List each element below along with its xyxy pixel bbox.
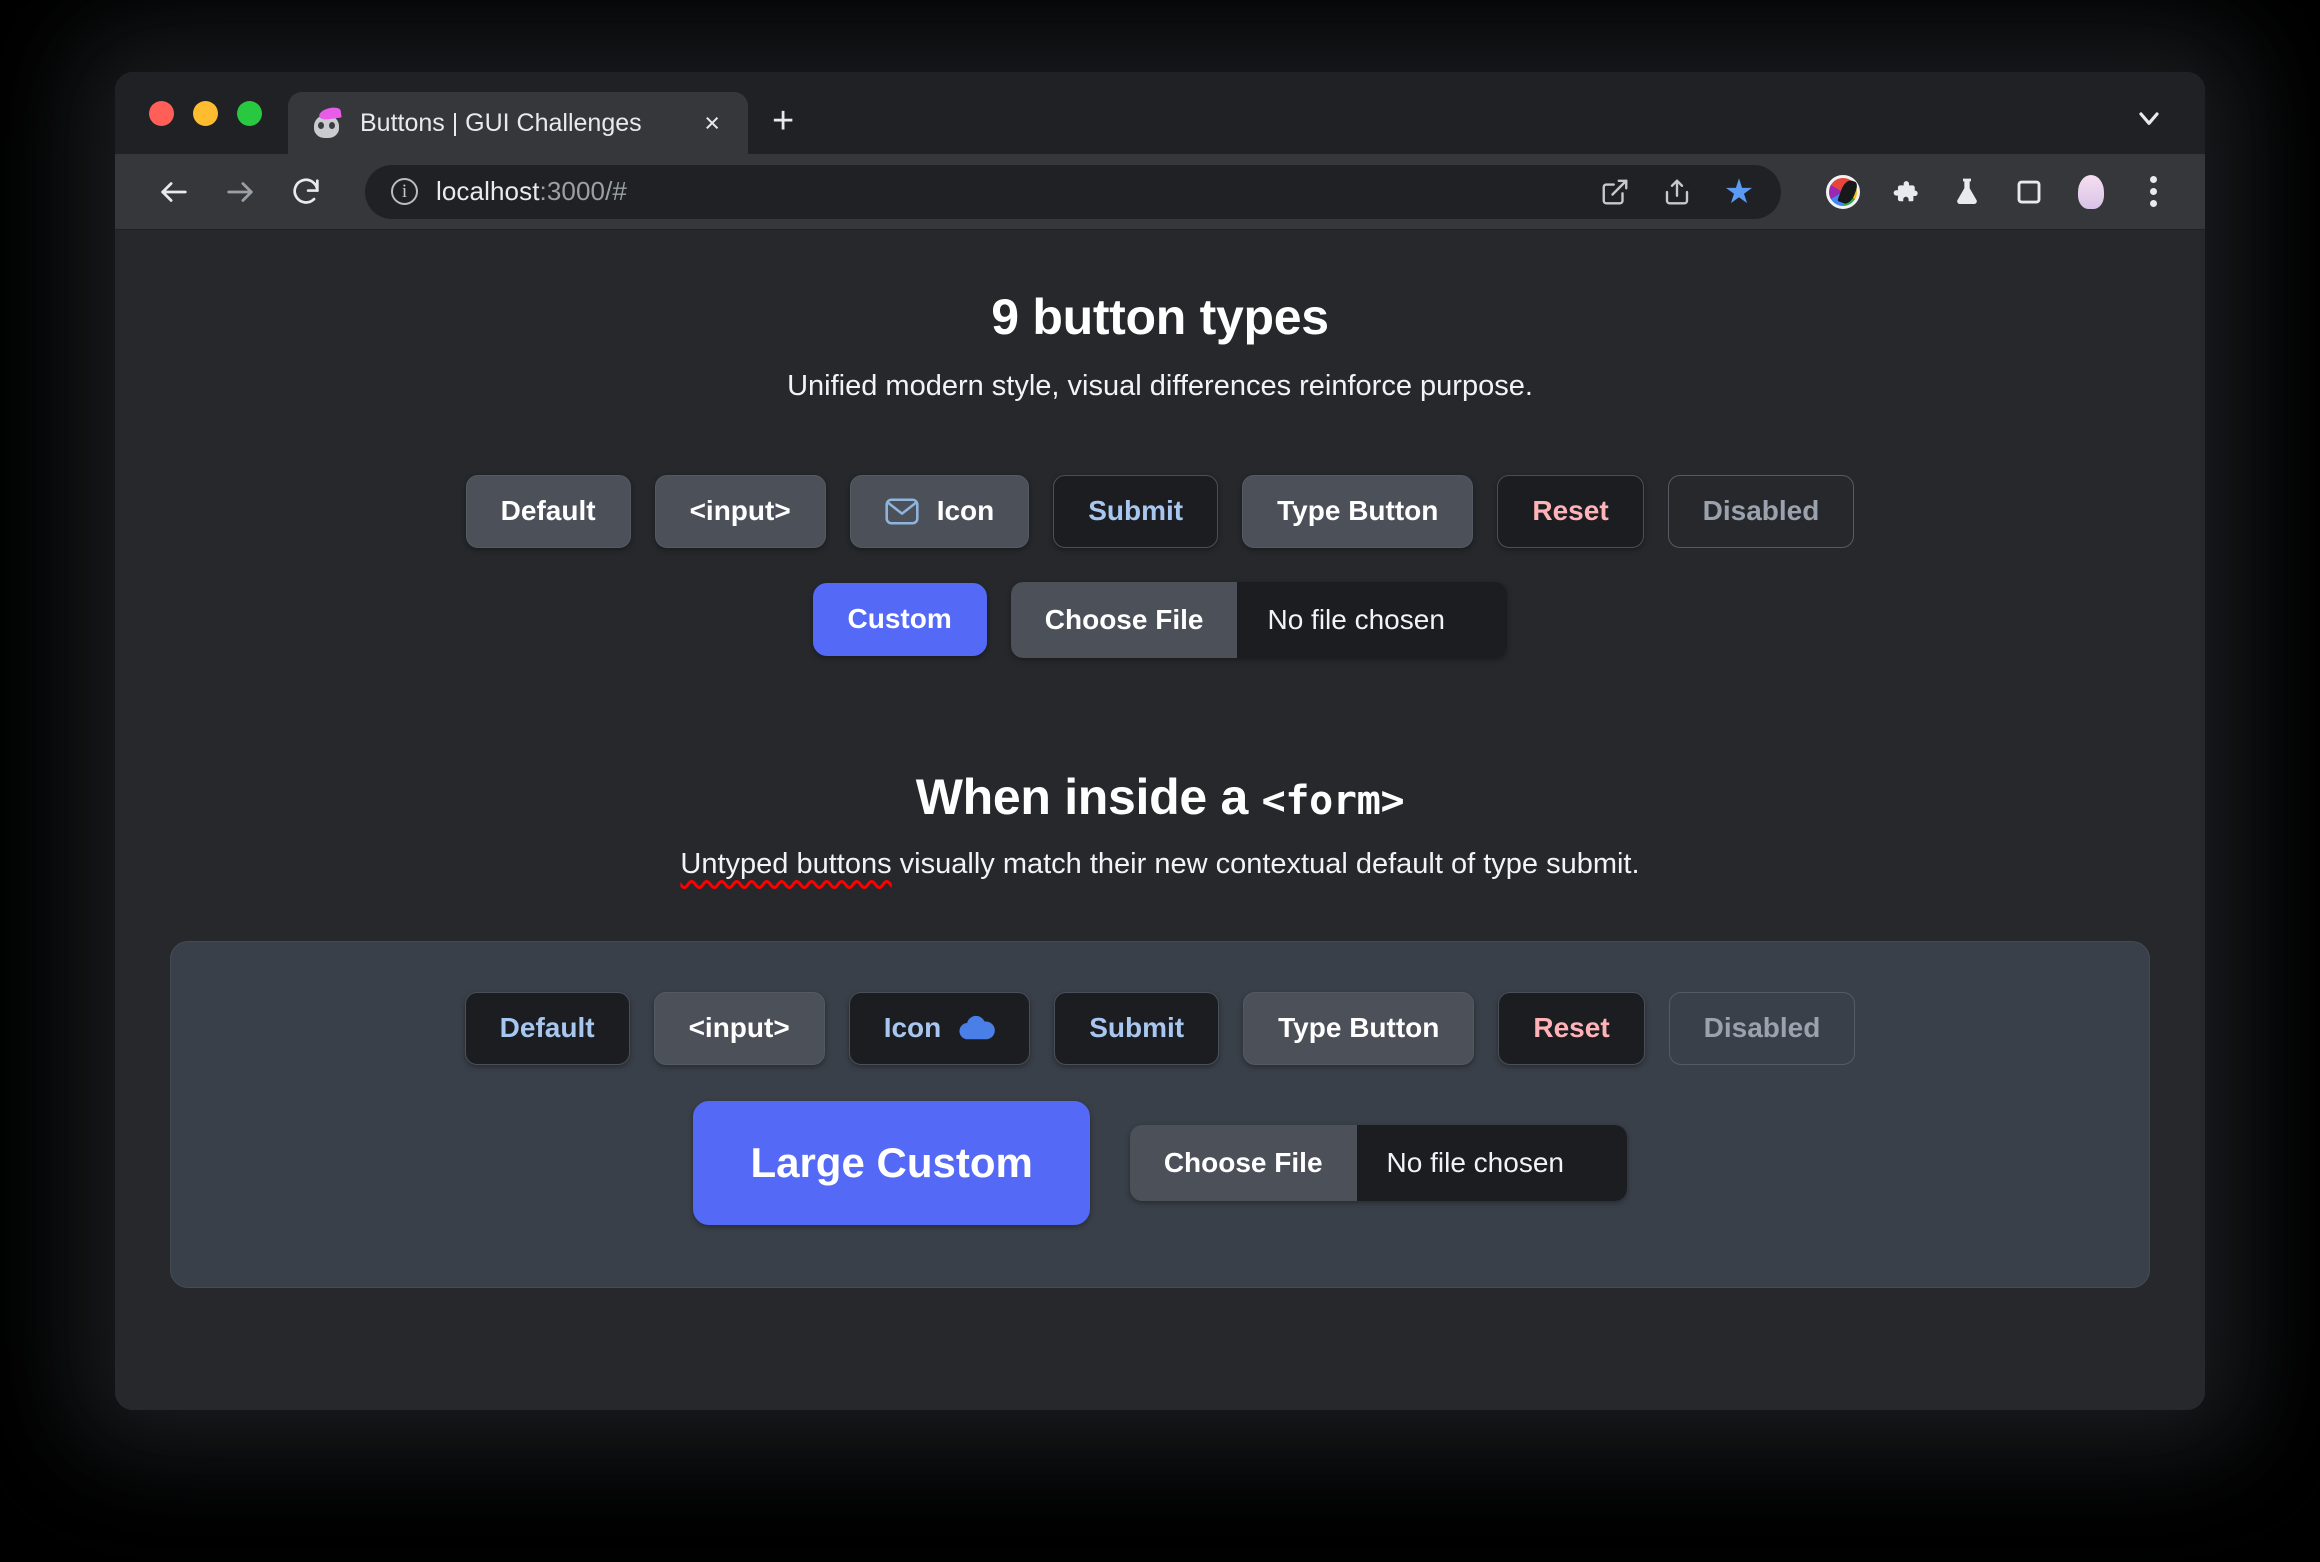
page-subtitle: Unified modern style, visual differences… xyxy=(787,370,1533,402)
button-disabled: Disabled xyxy=(1667,475,1855,548)
button-label: Type Button xyxy=(1278,1011,1440,1043)
file-status-label: No file chosen xyxy=(1237,581,1508,658)
url-path: :3000/# xyxy=(539,176,627,206)
maximize-window-button[interactable] xyxy=(237,100,262,126)
new-tab-button[interactable]: + xyxy=(772,102,794,140)
form-button-submit[interactable]: Submit xyxy=(1054,991,1220,1065)
button-default[interactable]: Default xyxy=(465,475,631,548)
form-button-icon[interactable]: Icon xyxy=(848,991,1031,1065)
form-button-input[interactable]: <input> xyxy=(653,991,825,1065)
form-button-row: Default <input> Icon Submit Type Button xyxy=(171,991,2149,1065)
form-button-reset[interactable]: Reset xyxy=(1498,991,1645,1065)
chevron-down-icon[interactable] xyxy=(2133,102,2165,134)
button-label: <input> xyxy=(689,495,791,526)
tab-strip: Buttons | GUI Challenges × + xyxy=(115,72,2205,154)
bookmark-star-icon[interactable]: ★ xyxy=(1715,168,1763,216)
reload-button[interactable] xyxy=(277,163,335,221)
omnibox-actions: ★ xyxy=(1591,168,1763,216)
close-tab-icon[interactable]: × xyxy=(694,104,730,143)
form-subtitle-rest: visually match their new contextual defa… xyxy=(891,847,1640,880)
form-container: Default <input> Icon Submit Type Button xyxy=(170,940,2150,1288)
file-status-label: No file chosen xyxy=(1356,1124,1627,1201)
close-window-button[interactable] xyxy=(149,100,174,126)
button-label: Submit xyxy=(1088,495,1184,526)
address-bar[interactable]: i localhost:3000/# ★ xyxy=(365,164,1781,219)
button-label: Reset xyxy=(1533,1011,1610,1043)
cloud-icon xyxy=(959,1015,996,1041)
form-section-title: When inside a <form> xyxy=(115,768,2205,826)
button-label: Type Button xyxy=(1277,495,1439,526)
button-input[interactable]: <input> xyxy=(654,475,826,548)
form-file-input[interactable]: Choose File No file chosen xyxy=(1129,1124,1627,1201)
button-type-button[interactable]: Type Button xyxy=(1242,475,1474,548)
button-custom[interactable]: Custom xyxy=(812,583,987,657)
back-button[interactable] xyxy=(145,163,203,221)
browser-tab[interactable]: Buttons | GUI Challenges × xyxy=(288,92,748,154)
button-large-custom[interactable]: Large Custom xyxy=(693,1100,1090,1225)
form-button-default[interactable]: Default xyxy=(464,991,630,1065)
button-label: Large Custom xyxy=(750,1138,1033,1186)
minimize-window-button[interactable] xyxy=(193,100,218,126)
button-label: Disabled xyxy=(1702,495,1820,526)
skull-party-hat-icon xyxy=(310,106,344,140)
browser-window: Buttons | GUI Challenges × + i localhost… xyxy=(115,72,2205,1410)
page-content: 9 button types Unified modern style, vis… xyxy=(115,230,2205,1410)
puzzle-piece-icon[interactable] xyxy=(1879,166,1931,218)
form-section-subtitle: Untyped buttons visually match their new… xyxy=(115,848,2205,881)
form-button-disabled: Disabled xyxy=(1668,991,1856,1065)
button-label: Submit xyxy=(1089,1011,1185,1043)
forward-button[interactable] xyxy=(211,163,269,221)
button-reset[interactable]: Reset xyxy=(1497,475,1644,548)
button-label: Reset xyxy=(1532,495,1609,526)
extension-icons xyxy=(1817,166,2179,218)
color-wheel-icon[interactable] xyxy=(1817,166,1869,218)
choose-file-button[interactable]: Choose File xyxy=(1010,581,1238,658)
button-label: <input> xyxy=(688,1011,790,1043)
flask-icon[interactable] xyxy=(1941,166,1993,218)
form-title-text: When inside a xyxy=(915,768,1262,825)
button-label: Custom xyxy=(847,603,952,635)
side-panel-icon[interactable] xyxy=(2003,166,2055,218)
kebab-menu-icon[interactable] xyxy=(2127,166,2179,218)
open-in-new-icon[interactable] xyxy=(1591,168,1639,216)
button-label: Icon xyxy=(936,495,995,526)
form-custom-row: Large Custom Choose File No file chosen xyxy=(171,1100,2149,1225)
button-row-default: Default <input> Icon Submit Type Button … xyxy=(115,475,2205,548)
choose-file-button[interactable]: Choose File xyxy=(1129,1124,1357,1201)
button-label: Icon xyxy=(883,1011,942,1043)
page-title: 9 button types xyxy=(991,289,1329,345)
button-label: Default xyxy=(500,495,596,526)
window-controls xyxy=(115,72,288,154)
profile-avatar-icon[interactable] xyxy=(2065,166,2117,218)
url-text: localhost:3000/# xyxy=(436,176,1573,207)
button-label: Disabled xyxy=(1703,1011,1821,1043)
share-icon[interactable] xyxy=(1653,168,1701,216)
url-host: localhost xyxy=(436,176,540,206)
button-label: Default xyxy=(499,1011,595,1043)
file-input[interactable]: Choose File No file chosen xyxy=(1010,581,1508,658)
form-button-type-button[interactable]: Type Button xyxy=(1243,991,1475,1065)
button-row-custom: Custom Choose File No file chosen xyxy=(115,581,2205,658)
form-title-code: <form> xyxy=(1261,777,1405,824)
button-icon[interactable]: Icon xyxy=(849,475,1030,548)
button-submit[interactable]: Submit xyxy=(1053,475,1219,548)
mail-icon xyxy=(885,498,919,525)
browser-toolbar: i localhost:3000/# ★ xyxy=(115,154,2205,230)
tab-title: Buttons | GUI Challenges xyxy=(360,108,642,137)
spellcheck-phrase: Untyped buttons xyxy=(680,847,892,880)
site-info-icon[interactable]: i xyxy=(391,178,418,205)
